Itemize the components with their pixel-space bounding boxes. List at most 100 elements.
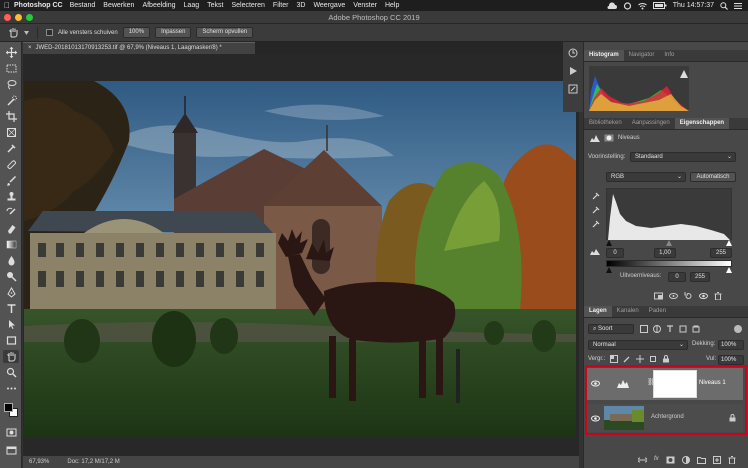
fit-screen-button[interactable]: Inpassen [155, 27, 192, 38]
hand-tool-icon[interactable] [8, 27, 19, 38]
wifi-icon[interactable] [637, 2, 647, 10]
gamma-input-handle[interactable] [666, 240, 672, 246]
history-icon[interactable] [568, 48, 578, 58]
more-tools[interactable] [3, 382, 19, 395]
lasso-tool[interactable] [3, 78, 19, 91]
history-brush-tool[interactable] [3, 206, 19, 219]
brush-tool[interactable] [3, 174, 19, 187]
menu-list-icon[interactable] [734, 2, 742, 10]
creative-cloud-icon[interactable] [623, 1, 632, 10]
marquee-tool[interactable] [3, 62, 19, 75]
white-point-eyedropper-icon[interactable] [592, 220, 600, 228]
menu-3d[interactable]: 3D [296, 2, 305, 9]
opacity-field[interactable]: 100% [718, 340, 744, 350]
quick-select-tool[interactable] [3, 94, 19, 107]
adjustment-filter-icon[interactable] [653, 325, 661, 333]
menu-afbeelding[interactable]: Afbeelding [142, 2, 175, 9]
filter-toggle[interactable] [734, 325, 742, 333]
black-input-handle[interactable] [606, 240, 612, 246]
menu-venster[interactable]: Venster [353, 2, 377, 9]
chevron-down-icon[interactable] [24, 30, 29, 35]
brush-settings-icon[interactable] [568, 84, 578, 94]
shape-tool[interactable] [3, 334, 19, 347]
layer-row-niveaus[interactable]: ⛓ Niveaus 1 [587, 368, 743, 400]
link-layers-icon[interactable] [638, 456, 647, 464]
photo-canvas[interactable] [24, 81, 576, 437]
levels-histogram[interactable] [606, 188, 732, 240]
tab-info[interactable]: Info [659, 50, 679, 61]
add-mask-icon[interactable] [666, 456, 675, 464]
layer-mask-thumbnail[interactable] [653, 370, 697, 398]
menu-laag[interactable]: Laag [184, 2, 200, 9]
frame-tool[interactable] [3, 126, 19, 139]
eyedropper-tool[interactable] [3, 142, 19, 155]
menu-filter[interactable]: Filter [273, 2, 289, 9]
fill-field[interactable]: 100% [718, 355, 744, 365]
white-input-handle[interactable] [726, 240, 732, 246]
layer-row-achtergrond[interactable]: Achtergrond [587, 404, 743, 432]
quick-mask-button[interactable] [3, 426, 19, 439]
output-white-handle[interactable] [726, 267, 732, 273]
input-levels-slider[interactable] [606, 240, 732, 246]
scroll-all-windows-checkbox[interactable] [46, 29, 53, 36]
tab-adjustments[interactable]: Aanpassingen [627, 118, 675, 129]
search-icon[interactable] [720, 1, 728, 10]
path-select-tool[interactable] [3, 318, 19, 331]
app-menu[interactable]: Photoshop CC [14, 2, 63, 9]
blur-tool[interactable] [3, 254, 19, 267]
zoom-tool[interactable] [3, 366, 19, 379]
menu-tekst[interactable]: Tekst [207, 2, 223, 9]
clipping-warning-icon[interactable] [590, 248, 600, 255]
lock-position-icon[interactable] [636, 355, 644, 363]
lock-transparency-icon[interactable] [610, 355, 618, 363]
clip-to-layer-icon[interactable] [654, 292, 663, 300]
lock-artboard-icon[interactable] [649, 355, 657, 363]
menu-weergave[interactable]: Weergave [313, 2, 345, 9]
input-black-field[interactable]: 0 [606, 248, 624, 258]
trash-icon[interactable] [714, 292, 722, 300]
hand-tool[interactable] [3, 350, 19, 363]
output-white-field[interactable]: 255 [690, 272, 710, 282]
zoom-100-button[interactable]: 100% [122, 27, 151, 38]
foreground-color-swatch[interactable] [4, 403, 13, 412]
crop-tool[interactable] [3, 110, 19, 123]
pixel-filter-icon[interactable] [640, 325, 648, 333]
new-adjustment-icon[interactable] [681, 456, 690, 464]
blend-mode-dropdown[interactable]: Normaal ⌄ [588, 340, 688, 350]
play-actions-icon[interactable] [568, 66, 578, 76]
tab-close-icon[interactable]: × [28, 45, 32, 51]
color-swatches[interactable] [3, 402, 19, 418]
shape-filter-icon[interactable] [679, 325, 687, 333]
menu-bewerken[interactable]: Bewerken [103, 2, 134, 9]
tab-paths[interactable]: Paden [644, 306, 671, 317]
fill-screen-button[interactable]: Scherm opvullen [196, 27, 254, 38]
document-tab[interactable]: × JWED-20181013170913253.tif @ 67,9% (Niv… [23, 42, 255, 54]
tab-histogram[interactable]: Histogram [584, 50, 624, 61]
tab-libraries[interactable]: Bibliotheken [584, 118, 627, 129]
battery-icon[interactable] [652, 2, 667, 9]
type-tool[interactable] [3, 302, 19, 315]
fx-icon[interactable]: fx [654, 456, 659, 464]
output-levels-gradient[interactable] [606, 260, 732, 267]
new-group-icon[interactable] [696, 456, 706, 464]
new-layer-icon[interactable] [712, 456, 721, 464]
black-point-eyedropper-icon[interactable] [592, 192, 600, 200]
dodge-tool[interactable] [3, 270, 19, 283]
screen-mode-button[interactable] [3, 444, 19, 457]
tab-properties[interactable]: Eigenschappen [674, 118, 730, 129]
clock[interactable]: Thu 14:57:37 [673, 2, 714, 9]
clone-stamp-tool[interactable] [3, 190, 19, 203]
tab-layers[interactable]: Lagen [584, 306, 612, 317]
output-black-handle[interactable] [606, 267, 612, 273]
lock-all-icon[interactable] [662, 355, 670, 363]
type-filter-icon[interactable] [666, 325, 674, 333]
menu-bestand[interactable]: Bestand [70, 2, 96, 9]
mask-icon[interactable] [604, 134, 614, 142]
lock-pixels-icon[interactable] [623, 355, 631, 363]
menu-help[interactable]: Help [385, 2, 399, 9]
input-white-field[interactable]: 255 [710, 248, 732, 258]
cloud-icon[interactable] [607, 1, 617, 10]
document-size[interactable]: Doc: 17,2 M/17,2 M [67, 459, 119, 465]
layer-thumbnail[interactable] [604, 406, 644, 430]
gradient-tool[interactable] [3, 238, 19, 251]
